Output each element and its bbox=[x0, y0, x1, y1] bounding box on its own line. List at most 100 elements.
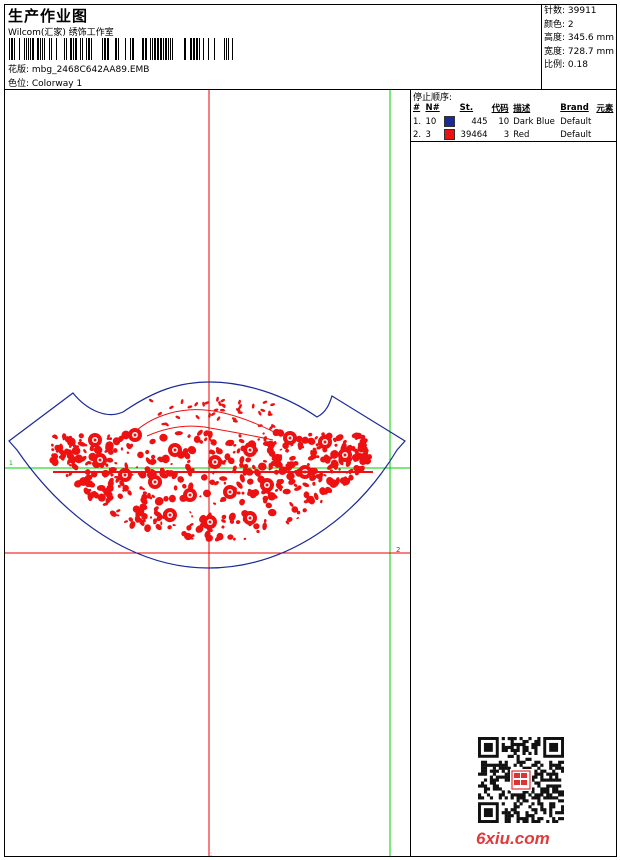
leaf-mark bbox=[173, 485, 178, 491]
marker-bottom: : bbox=[210, 851, 212, 856]
rose-core bbox=[123, 473, 127, 477]
leaf-mark bbox=[213, 502, 217, 505]
leaf-mark bbox=[187, 459, 191, 464]
sprig-leaf bbox=[216, 416, 221, 421]
leaf-mark bbox=[353, 432, 361, 440]
marker-left: 1 bbox=[9, 460, 13, 467]
leaf-mark bbox=[256, 529, 260, 534]
leaf-mark bbox=[83, 449, 87, 454]
leaf-mark bbox=[106, 457, 114, 463]
leaf-mark bbox=[123, 520, 129, 523]
col-brand: Brand bbox=[560, 103, 589, 113]
leaf-mark bbox=[51, 448, 55, 452]
leaf-mark bbox=[144, 524, 152, 533]
leaf-mark bbox=[262, 460, 268, 463]
leaf-mark bbox=[274, 488, 279, 492]
leaf-mark bbox=[50, 443, 54, 447]
leaf-mark bbox=[199, 495, 202, 498]
rose-core bbox=[213, 460, 217, 464]
leaf-mark bbox=[154, 497, 164, 506]
table-row: 1. 10 445 10 Dark Blue Default bbox=[413, 116, 592, 127]
leaf-mark bbox=[296, 517, 300, 520]
leaf-mark bbox=[203, 489, 211, 498]
sprig-leaf bbox=[258, 410, 262, 416]
design-file-label: 花版: mbg_2468C642AA89.EMB bbox=[8, 65, 150, 75]
leaf-mark bbox=[232, 450, 236, 454]
leaf-mark bbox=[189, 511, 192, 514]
sprig-leaf bbox=[169, 405, 174, 410]
leaf-mark bbox=[236, 448, 241, 454]
leaf-mark bbox=[191, 515, 194, 518]
leaf-mark bbox=[338, 468, 341, 471]
qr-code bbox=[478, 737, 564, 823]
col-description: 描述 bbox=[513, 104, 531, 114]
leaf-mark bbox=[126, 451, 130, 454]
design-canvas[interactable]: 1 2 : bbox=[5, 90, 411, 856]
leaf-mark bbox=[235, 520, 241, 525]
panel-divider bbox=[411, 141, 616, 142]
leaf-mark bbox=[149, 516, 153, 519]
col-element: 元素 bbox=[596, 104, 614, 114]
color-swatch bbox=[444, 129, 456, 140]
rose-core bbox=[323, 440, 327, 444]
rose-core bbox=[98, 458, 102, 462]
rose-core bbox=[133, 433, 137, 437]
leaf-mark bbox=[227, 534, 234, 540]
leaf-mark bbox=[279, 448, 283, 451]
sprig-leaf bbox=[187, 405, 193, 409]
sprig-leaf bbox=[194, 402, 199, 407]
marker-right: 2 bbox=[396, 546, 400, 554]
leaf-mark bbox=[159, 433, 168, 442]
sprig-leaf bbox=[175, 415, 181, 419]
leaf-mark bbox=[320, 499, 323, 504]
leaf-mark bbox=[160, 521, 163, 526]
page-title: 生产作业图 bbox=[8, 7, 89, 25]
leaf-mark bbox=[253, 523, 260, 530]
col-code: 代码 bbox=[491, 104, 509, 114]
leaf-mark bbox=[239, 456, 245, 464]
leaf-mark bbox=[262, 522, 267, 531]
rose-core bbox=[173, 448, 177, 452]
floral-motif bbox=[49, 396, 373, 542]
leaf-mark bbox=[238, 438, 245, 444]
design-scale: 比例: 0.18 bbox=[544, 60, 588, 70]
leaf-mark bbox=[145, 449, 150, 455]
sprig-leaf bbox=[211, 412, 216, 416]
design-width: 宽度: 728.7 mm bbox=[544, 46, 615, 57]
rose-core bbox=[168, 513, 172, 517]
sprig-leaf bbox=[148, 398, 154, 403]
leaf-mark bbox=[187, 434, 191, 438]
leaf-mark bbox=[289, 455, 296, 461]
leaf-mark bbox=[174, 431, 183, 436]
rose-core bbox=[228, 490, 232, 494]
leaf-mark bbox=[168, 494, 176, 503]
leaf-mark bbox=[210, 439, 217, 446]
leaf-mark bbox=[241, 491, 245, 495]
rose-core bbox=[153, 480, 157, 484]
leaf-mark bbox=[221, 525, 225, 529]
design-stats: 针数: 39911 颜色: 2 高度: 345.6 mm 宽度: 728.7 m… bbox=[541, 5, 617, 89]
barcode bbox=[9, 38, 233, 60]
leaf-mark bbox=[117, 493, 124, 499]
leaf-mark bbox=[302, 482, 310, 488]
rose-core bbox=[248, 448, 252, 452]
leaf-mark bbox=[167, 525, 172, 530]
sprig-leaf bbox=[270, 403, 276, 407]
rose-core bbox=[343, 453, 347, 457]
leaf-mark bbox=[323, 474, 327, 477]
leaf-mark bbox=[204, 437, 208, 442]
leaf-mark bbox=[65, 474, 69, 477]
design-preview: 1 2 : bbox=[5, 90, 410, 856]
sprig-leaf bbox=[216, 396, 219, 402]
leaf-mark bbox=[114, 462, 118, 465]
colorway-label: 色位: Colorway 1 bbox=[8, 79, 83, 89]
col-needle: N# bbox=[425, 103, 440, 113]
leaf-mark bbox=[170, 462, 173, 466]
leaf-mark bbox=[236, 491, 241, 495]
leaf-mark bbox=[129, 521, 136, 529]
leaf-mark bbox=[238, 434, 242, 438]
leaf-mark bbox=[109, 510, 117, 517]
leaf-mark bbox=[302, 508, 307, 513]
sprig-leaf bbox=[202, 401, 205, 407]
leaf-mark bbox=[172, 524, 176, 527]
